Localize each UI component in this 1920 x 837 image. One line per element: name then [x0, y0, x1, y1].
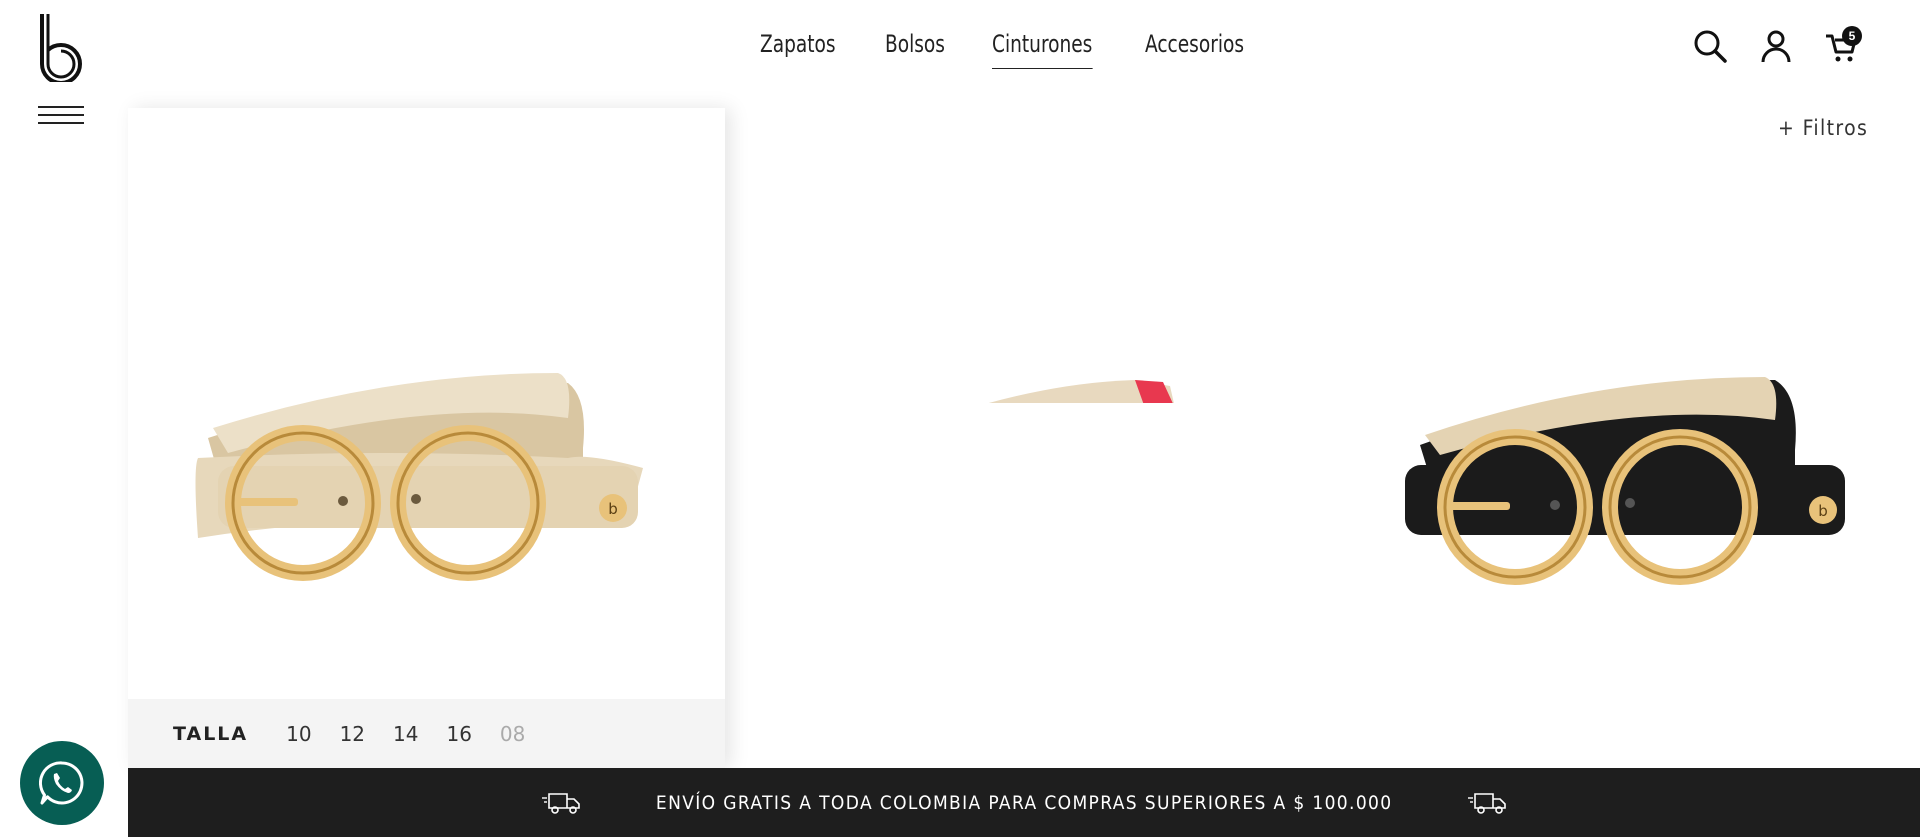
- nav-item-accesorios[interactable]: Accesorios: [1145, 30, 1244, 69]
- delivery-truck-icon: [541, 792, 580, 814]
- svg-text:b: b: [1818, 502, 1828, 520]
- size-option-12[interactable]: 12: [340, 722, 365, 746]
- whatsapp-icon: [39, 761, 84, 805]
- brand-logo-icon[interactable]: [36, 12, 86, 82]
- nav-item-bolsos[interactable]: Bolsos: [885, 30, 945, 69]
- header-actions: 5: [1692, 26, 1862, 64]
- main-nav: Zapatos Bolsos Cinturones Accesorios: [760, 30, 1261, 69]
- size-option-08: 08: [499, 721, 526, 746]
- product-image-beige-belt[interactable]: b: [188, 358, 648, 628]
- free-shipping-banner: ENVÍO GRATIS A TODA COLOMBIA PARA COMPRA…: [128, 768, 1920, 837]
- menu-hamburger-icon[interactable]: [38, 106, 84, 126]
- cart-count-badge: 5: [1842, 26, 1862, 46]
- svg-text:b: b: [608, 500, 618, 518]
- product-image-loading[interactable]: [985, 378, 1175, 408]
- size-option-14[interactable]: 14: [393, 722, 418, 746]
- product-card[interactable]: b TALLA 10 12 14 16 08: [128, 108, 725, 768]
- size-selector: TALLA 10 12 14 16 08: [128, 699, 725, 768]
- delivery-truck-icon: [1468, 792, 1507, 814]
- nav-item-zapatos[interactable]: Zapatos: [760, 30, 836, 69]
- user-icon[interactable]: [1758, 28, 1794, 64]
- search-icon[interactable]: [1692, 28, 1728, 64]
- whatsapp-button[interactable]: [20, 741, 104, 825]
- product-image-black-belt[interactable]: b: [1395, 365, 1855, 630]
- size-option-10[interactable]: 10: [286, 722, 311, 746]
- cart-icon[interactable]: 5: [1824, 26, 1862, 64]
- size-label: TALLA: [173, 722, 249, 745]
- nav-item-cinturones[interactable]: Cinturones: [991, 30, 1092, 69]
- promo-text: ENVÍO GRATIS A TODA COLOMBIA PARA COMPRA…: [655, 791, 1393, 814]
- filters-toggle[interactable]: + Filtros: [1778, 116, 1868, 140]
- size-option-16[interactable]: 16: [446, 722, 471, 746]
